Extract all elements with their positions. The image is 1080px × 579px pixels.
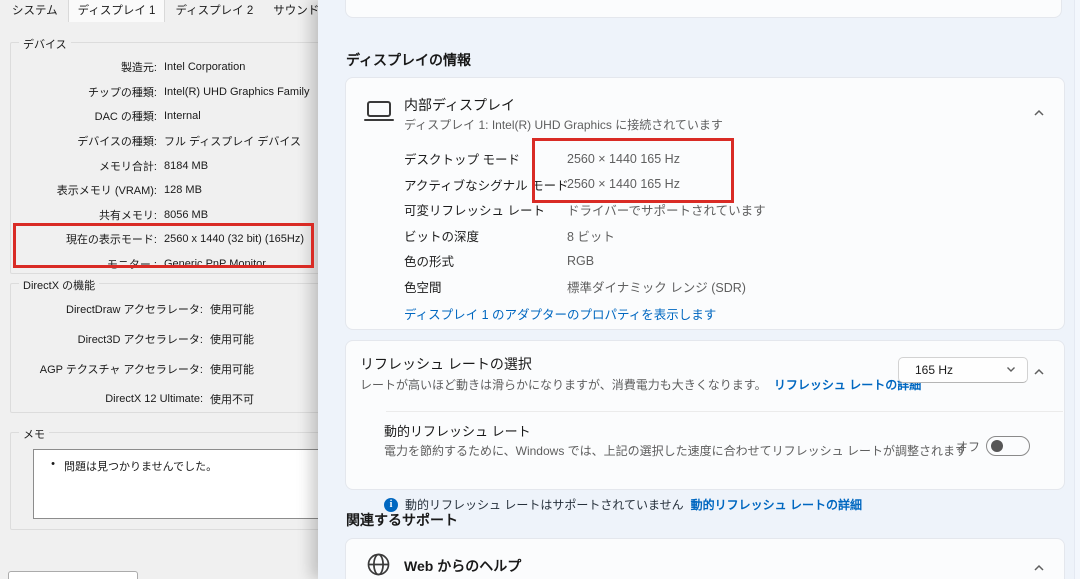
notes-groupbox-title: メモ [19, 426, 49, 442]
card-divider [386, 411, 1063, 412]
web-help-card[interactable]: Web からのヘルプ [345, 538, 1065, 579]
detail-row-bit-depth: ビットの深度8 ビット [404, 223, 1044, 249]
detail-row-desktop-mode: デスクトップ モード2560 × 1440 165 Hz [404, 146, 1044, 172]
adapter-properties-link[interactable]: ディスプレイ 1 のアダプターのプロパティを表示します [404, 304, 716, 323]
settings-window: ディスプレイの情報 内部ディスプレイ ディスプレイ 1: Intel(R) UH… [318, 0, 1080, 579]
dynamic-refresh-title: 動的リフレッシュ レート [384, 421, 531, 440]
internal-display-card: 内部ディスプレイ ディスプレイ 1: Intel(R) UHD Graphics… [345, 77, 1065, 330]
scrollbar[interactable] [1074, 0, 1080, 579]
dxdiag-window: システム ディスプレイ 1 ディスプレイ 2 サウンド 入力 デバイス 製造元:… [0, 0, 318, 579]
directx-row: AGP テクスチャ アクセラレータ:使用可能 [11, 354, 318, 384]
toggle-state-label: オフ [956, 438, 980, 455]
web-help-title: Web からのヘルプ [404, 556, 521, 576]
detail-row-variable-refresh: 可変リフレッシュ レートドライバーでサポートされています [404, 197, 1044, 223]
bullet-glyph: • [42, 458, 64, 474]
device-groupbox-title: デバイス [19, 36, 71, 52]
chevron-up-icon[interactable] [1032, 561, 1046, 575]
dynamic-refresh-details-link[interactable]: 動的リフレッシュ レートの詳細 [691, 496, 862, 513]
detail-row-active-signal-mode: アクティブなシグナル モード2560 × 1440 165 Hz [404, 172, 1044, 198]
refresh-rate-dropdown-value: 165 Hz [915, 363, 953, 377]
device-row-current-mode: 現在の表示モード:2560 x 1440 (32 bit) (165Hz) [11, 227, 318, 252]
refresh-rate-subtitle: レートが高いほど動きは滑らかになりますが、消費電力も大きくなります。 リフレッシ… [360, 376, 921, 393]
note-text: 問題は見つかりませんでした。 [64, 458, 217, 474]
toggle-knob [991, 440, 1003, 452]
notes-groupbox: メモ • 問題は見つかりませんでした。 [10, 432, 318, 530]
directx-groupbox-title: DirectX の機能 [19, 277, 99, 293]
display-info-heading: ディスプレイの情報 [346, 50, 471, 70]
directx-row: DirectX 12 Ultimate:使用不可 [11, 384, 318, 414]
device-row: デバイスの種類:フル ディスプレイ デバイス [11, 129, 318, 154]
device-row: 共有メモリ:8056 MB [11, 203, 318, 228]
internal-display-subtitle: ディスプレイ 1: Intel(R) UHD Graphics に接続されていま… [404, 116, 723, 133]
device-row: DAC の種類:Internal [11, 104, 318, 129]
related-support-heading: 関連するサポート [346, 510, 458, 530]
chevron-up-icon[interactable] [1032, 365, 1046, 379]
notes-listbox[interactable]: • 問題は見つかりませんでした。 [33, 449, 318, 519]
display-detail-rows: デスクトップ モード2560 × 1440 165 Hz アクティブなシグナル … [404, 146, 1044, 299]
directx-row: DirectDraw アクセラレータ:使用可能 [11, 294, 318, 324]
detail-row-color-format: 色の形式RGB [404, 248, 1044, 274]
directx-row: Direct3D アクセラレータ:使用可能 [11, 324, 318, 354]
globe-icon [366, 552, 391, 579]
device-row: チップの種類:Intel(R) UHD Graphics Family [11, 80, 318, 105]
tab-system[interactable]: システム [2, 0, 68, 22]
dynamic-refresh-description: 電力を節約するために、Windows では、上記の選択した速度に合わせてリフレッ… [384, 442, 967, 459]
tab-sound[interactable]: サウンド [263, 0, 318, 22]
dxdiag-tab-strip: システム ディスプレイ 1 ディスプレイ 2 サウンド 入力 [2, 0, 318, 22]
dynamic-refresh-toggle[interactable] [986, 436, 1030, 456]
tab-display-2[interactable]: ディスプレイ 2 [165, 0, 263, 22]
chevron-down-icon [1005, 363, 1017, 378]
device-row: 製造元:Intel Corporation [11, 55, 318, 80]
directx-groupbox: DirectX の機能 DirectDraw アクセラレータ:使用可能 Dire… [10, 283, 318, 413]
device-row-monitor: モニター :Generic PnP Monitor [11, 252, 318, 277]
internal-display-title: 内部ディスプレイ [404, 95, 515, 115]
partial-top-card [345, 0, 1062, 18]
device-groupbox: デバイス 製造元:Intel Corporation チップの種類:Intel(… [10, 42, 318, 274]
refresh-rate-title: リフレッシュ レートの選択 [360, 354, 532, 374]
note-item: • 問題は見つかりませんでした。 [34, 450, 318, 474]
device-row: 表示メモリ (VRAM):128 MB [11, 178, 318, 203]
refresh-rate-card: リフレッシュ レートの選択 レートが高いほど動きは滑らかになりますが、消費電力も… [345, 340, 1065, 490]
refresh-rate-dropdown[interactable]: 165 Hz [898, 357, 1028, 383]
chevron-up-icon[interactable] [1032, 106, 1046, 120]
partial-bottom-button[interactable] [8, 571, 138, 579]
tab-display-1[interactable]: ディスプレイ 1 [68, 0, 166, 22]
detail-row-color-space: 色空間標準ダイナミック レンジ (SDR) [404, 274, 1044, 300]
monitor-icon [367, 101, 391, 117]
device-row: メモリ合計:8184 MB [11, 153, 318, 178]
